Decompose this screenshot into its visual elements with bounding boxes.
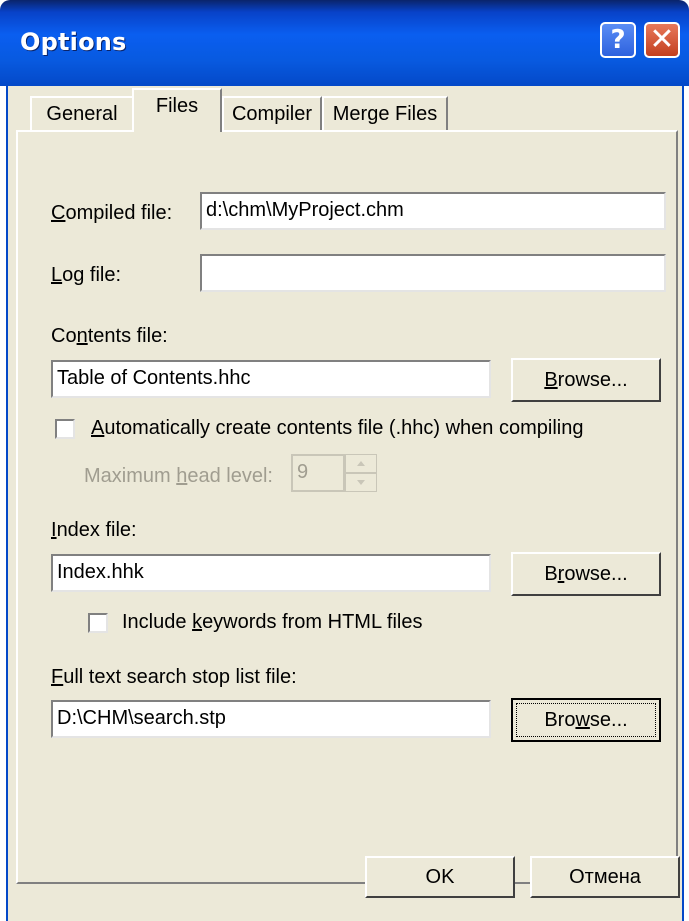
max-head-level-label: Maximum head level: [84,465,273,487]
help-icon: ? [610,25,626,55]
files-tab-panel: Compiled file: d:\chm\MyProject.chm Log … [16,130,678,884]
contents-browse-button[interactable]: Browse... [511,358,661,402]
help-button[interactable]: ? [600,22,636,58]
log-file-label: Log file: [51,264,122,286]
include-keywords-label: Include keywords from HTML files [122,611,423,633]
tab-general[interactable]: General [30,96,134,130]
contents-file-label: Contents file: [51,325,168,347]
close-button[interactable]: ✕ [644,22,680,58]
compiled-file-label: Compiled file: [51,202,173,224]
contents-file-input[interactable]: Table of Contents.hhc [51,360,491,398]
auto-contents-label: Automatically create contents file (.hhc… [91,417,584,439]
title-bar[interactable]: Options ? ✕ [0,0,689,86]
spin-down-button[interactable] [345,473,377,492]
spin-down-icon [357,480,365,485]
log-file-input[interactable] [200,254,666,292]
spin-up-button[interactable] [345,454,377,473]
window-title: Options [20,28,127,56]
index-file-label: Index file: [51,519,137,541]
auto-contents-checkbox[interactable] [55,419,75,439]
compiled-file-input[interactable]: d:\chm\MyProject.chm [200,192,666,230]
tab-merge-files[interactable]: Merge Files [322,96,448,130]
options-dialog: Options ? ✕ General Compiler Merge Files… [0,0,689,921]
ok-button[interactable]: OK [365,856,515,898]
tab-label: Files [155,95,199,117]
dialog-client-area: General Compiler Merge Files Compiled fi… [6,86,684,921]
index-browse-button[interactable]: Browse... [511,552,661,596]
tab-label: General [46,103,118,125]
close-icon: ✕ [649,22,675,57]
tab-label: Merge Files [332,103,438,125]
index-file-input[interactable]: Index.hhk [51,554,491,592]
tab-files[interactable]: Files [132,88,222,132]
stop-list-browse-button[interactable]: Browse... [511,698,661,742]
max-head-level-spinner[interactable] [345,454,377,492]
button-label: Browse... [544,369,628,391]
include-keywords-checkbox[interactable] [88,613,108,633]
button-label: Browse... [544,563,628,585]
spin-up-icon [357,461,365,466]
stop-list-file-input[interactable]: D:\CHM\search.stp [51,700,491,738]
stop-list-file-label: Full text search stop list file: [51,666,297,688]
tab-label: Compiler [231,103,313,125]
max-head-level-input[interactable]: 9 [291,454,345,492]
tab-compiler[interactable]: Compiler [222,96,322,130]
cancel-button[interactable]: Отмена [530,856,680,898]
button-label: Browse... [544,709,628,731]
